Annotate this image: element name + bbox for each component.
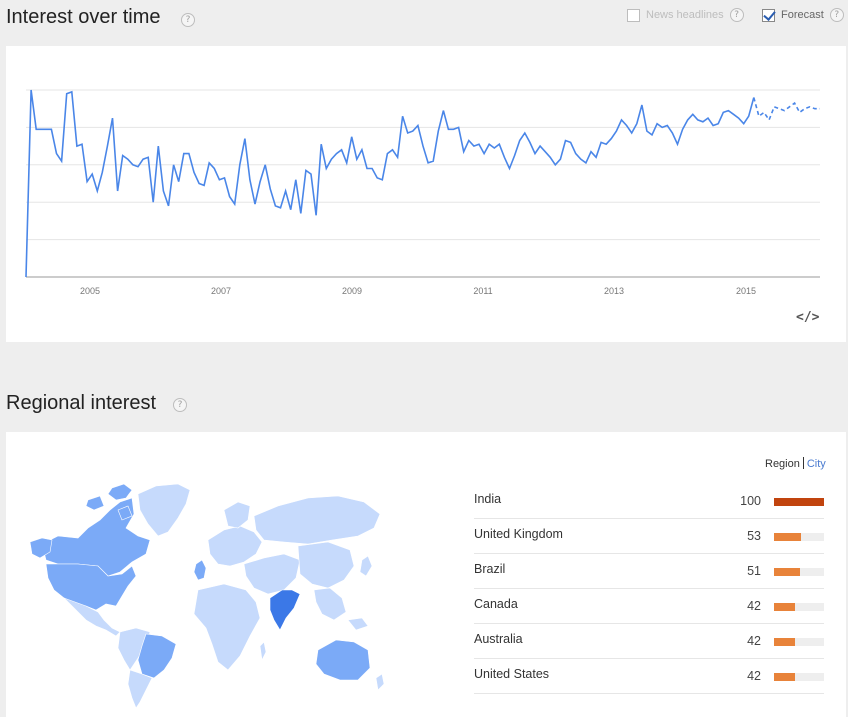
x-tick-label: 2011 — [473, 286, 492, 296]
embed-code-icon[interactable]: </> — [796, 310, 819, 325]
region-bar-track — [774, 603, 824, 611]
forecast-help-icon[interactable]: ? — [829, 8, 844, 22]
region-row[interactable]: Australia 42 — [474, 624, 824, 659]
map-region-new-zealand — [375, 673, 385, 691]
toggle-city[interactable]: City — [807, 458, 826, 470]
region-row[interactable]: United States 42 — [474, 659, 824, 694]
region-bar — [774, 498, 824, 506]
map-region-greenland — [137, 483, 191, 537]
map-region-usa — [45, 563, 137, 611]
map-region-china — [297, 541, 355, 589]
x-tick-label: 2009 — [342, 286, 362, 296]
x-tick-label: 2007 — [211, 286, 231, 296]
news-headlines-label: News headlines — [646, 9, 724, 21]
news-headlines-help-icon[interactable]: ? — [729, 8, 744, 22]
region-name: Canada — [474, 597, 518, 611]
region-bar-track — [774, 638, 824, 646]
region-bar-track — [774, 498, 824, 506]
region-value: 100 — [740, 494, 761, 508]
region-name: Australia — [474, 632, 523, 646]
forecast-series-line — [753, 97, 820, 122]
region-value: 42 — [747, 669, 761, 683]
x-tick-label: 2005 — [80, 286, 100, 296]
forecast-label: Forecast — [781, 9, 824, 21]
map-region-africa — [193, 583, 261, 671]
map-region-japan — [359, 555, 373, 577]
region-row[interactable]: Brazil 51 — [474, 554, 824, 589]
x-tick-label: 2015 — [736, 286, 756, 296]
map-region-madagascar — [259, 641, 267, 661]
region-city-toggle: Region City — [765, 457, 826, 470]
interest-chart: 2005 2007 2009 2011 2013 2015 — [25, 89, 820, 296]
regional-help-icon[interactable]: ? — [173, 398, 187, 412]
region-name: United States — [474, 667, 550, 681]
region-bar — [774, 603, 795, 611]
interest-series-line — [25, 89, 755, 278]
x-tick-label: 2013 — [604, 286, 624, 296]
world-map[interactable] — [28, 480, 388, 710]
region-value: 42 — [747, 599, 761, 613]
region-bar — [774, 533, 801, 541]
map-region-europe — [207, 525, 263, 567]
interest-title: Interest over time — [6, 6, 161, 28]
map-region-middle-east — [243, 553, 301, 595]
region-row[interactable]: Canada 42 — [474, 589, 824, 624]
map-region-india — [269, 589, 301, 631]
interest-help-icon[interactable]: ? — [181, 13, 195, 27]
map-region-southeast-asia — [313, 587, 369, 631]
region-value: 42 — [747, 634, 761, 648]
news-headlines-checkbox[interactable] — [627, 8, 640, 22]
region-name: Brazil — [474, 562, 506, 576]
news-headlines-option[interactable]: News headlines ? — [627, 8, 744, 22]
region-row[interactable]: India 100 — [474, 484, 824, 519]
region-name: United Kingdom — [474, 527, 563, 541]
regional-title: Regional interest — [6, 392, 157, 414]
region-bar-track — [774, 533, 824, 541]
map-region-australia — [315, 639, 371, 681]
region-bar-track — [774, 673, 824, 681]
region-name: India — [474, 492, 502, 506]
region-bar — [774, 568, 800, 576]
interest-chart-card: 2005 2007 2009 2011 2013 2015 </> — [6, 46, 846, 342]
region-bar — [774, 673, 795, 681]
region-value: 53 — [747, 529, 761, 543]
map-region-scandinavia — [223, 501, 251, 529]
region-value: 51 — [747, 564, 761, 578]
map-region-uk — [193, 559, 207, 581]
region-row[interactable]: United Kingdom 53 — [474, 519, 824, 554]
map-region-brazil — [137, 633, 177, 679]
toggle-region[interactable]: Region — [765, 458, 800, 470]
map-region-russia — [253, 495, 381, 545]
region-bar-track — [774, 568, 824, 576]
region-bar — [774, 638, 795, 646]
forecast-option[interactable]: Forecast ? — [762, 8, 844, 22]
forecast-checkbox[interactable] — [762, 8, 775, 22]
